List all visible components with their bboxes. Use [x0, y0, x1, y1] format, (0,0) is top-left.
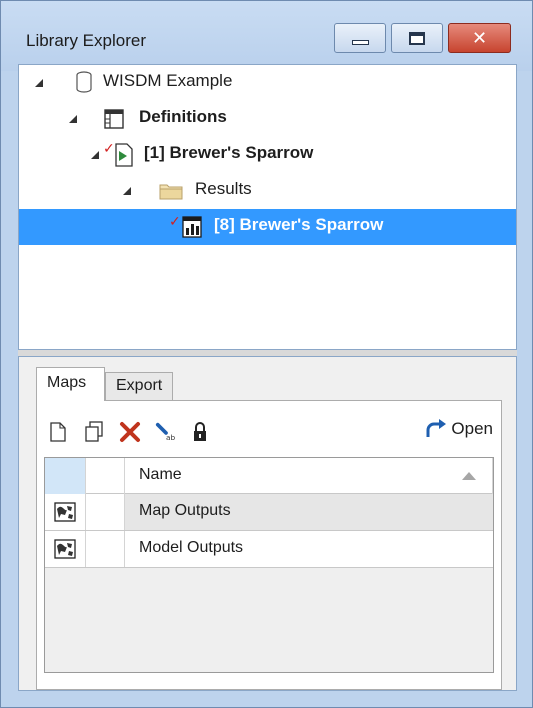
minimize-icon: [351, 39, 369, 45]
new-icon: [50, 422, 66, 442]
map-icon: [54, 539, 76, 559]
expand-arrow-icon[interactable]: [123, 187, 131, 195]
result-chart-icon: [182, 216, 202, 238]
tree-node-results[interactable]: Results: [19, 173, 516, 209]
tree-node-label: [1] Brewer's Sparrow: [144, 143, 314, 162]
tab-export[interactable]: Export: [105, 372, 173, 401]
row-check-cell[interactable]: [86, 531, 125, 567]
tree-node-label: [8] Brewer's Sparrow: [214, 215, 384, 234]
maps-grid: Name Map Outputs Model Outputs: [44, 457, 494, 673]
library-explorer-window: Library Explorer ✕ WISDM Example Definit…: [0, 0, 533, 708]
svg-text:ab: ab: [166, 433, 175, 442]
new-button[interactable]: [47, 421, 69, 443]
expand-arrow-icon[interactable]: [35, 79, 43, 87]
close-icon: ✕: [471, 27, 488, 49]
lock-icon: [194, 422, 206, 441]
row-check-cell[interactable]: [86, 494, 125, 530]
results-pane: Maps Export ab Open Name Map Outputs Mod…: [18, 356, 517, 691]
row-name-cell[interactable]: Map Outputs: [125, 494, 493, 530]
row-selector[interactable]: [45, 494, 86, 530]
tree-node-library[interactable]: WISDM Example: [19, 65, 516, 101]
check-mark-icon: ✓: [169, 213, 181, 229]
open-arrow-icon: [426, 419, 447, 437]
copy-icon: [85, 421, 103, 442]
open-label: Open: [451, 419, 493, 438]
folder-icon: [159, 184, 183, 200]
table-row[interactable]: Map Outputs: [45, 494, 493, 531]
grid-header: Name: [45, 458, 493, 494]
row-name-cell[interactable]: Model Outputs: [125, 531, 493, 567]
library-tree: WISDM Example Definitions ✓ [1] Brewer's…: [18, 64, 517, 350]
table-row[interactable]: Model Outputs: [45, 531, 493, 568]
expand-arrow-icon[interactable]: [69, 115, 77, 123]
select-all-header[interactable]: [45, 458, 86, 494]
sort-ascending-icon: [462, 472, 476, 480]
tree-node-label: Definitions: [139, 107, 227, 126]
tree-node-label: WISDM Example: [103, 71, 233, 90]
check-column-header[interactable]: [86, 458, 125, 494]
tree-node-definitions[interactable]: Definitions: [19, 101, 516, 137]
minimize-button[interactable]: [334, 23, 386, 53]
expand-arrow-icon[interactable]: [91, 151, 99, 159]
open-button[interactable]: Open: [425, 419, 493, 439]
delete-icon: [120, 422, 140, 442]
tab-maps[interactable]: Maps: [36, 367, 105, 401]
rename-button[interactable]: ab: [155, 421, 177, 443]
maps-toolbar: ab Open: [37, 401, 501, 455]
rename-icon: ab: [155, 422, 175, 442]
tree-node-result-selected[interactable]: ✓ [8] Brewer's Sparrow: [19, 209, 516, 245]
table-icon: [104, 109, 124, 129]
name-column-header[interactable]: Name: [125, 458, 493, 494]
database-icon: [76, 71, 92, 93]
maximize-icon: [409, 31, 425, 45]
map-icon: [54, 502, 76, 522]
maximize-button[interactable]: [391, 23, 443, 53]
maps-tab-panel: ab Open Name Map Outputs Model Outputs: [36, 400, 502, 690]
copy-button[interactable]: [83, 421, 105, 443]
window-title: Library Explorer: [26, 31, 146, 50]
name-header-label: Name: [139, 466, 182, 483]
close-button[interactable]: ✕: [448, 23, 511, 53]
tree-node-scenario[interactable]: ✓ [1] Brewer's Sparrow: [19, 137, 516, 173]
scenario-icon: [115, 143, 133, 167]
row-selector[interactable]: [45, 531, 86, 567]
check-mark-icon: ✓: [103, 140, 115, 156]
tree-node-label: Results: [195, 179, 252, 198]
delete-button[interactable]: [119, 421, 141, 443]
lock-button[interactable]: [189, 421, 211, 443]
